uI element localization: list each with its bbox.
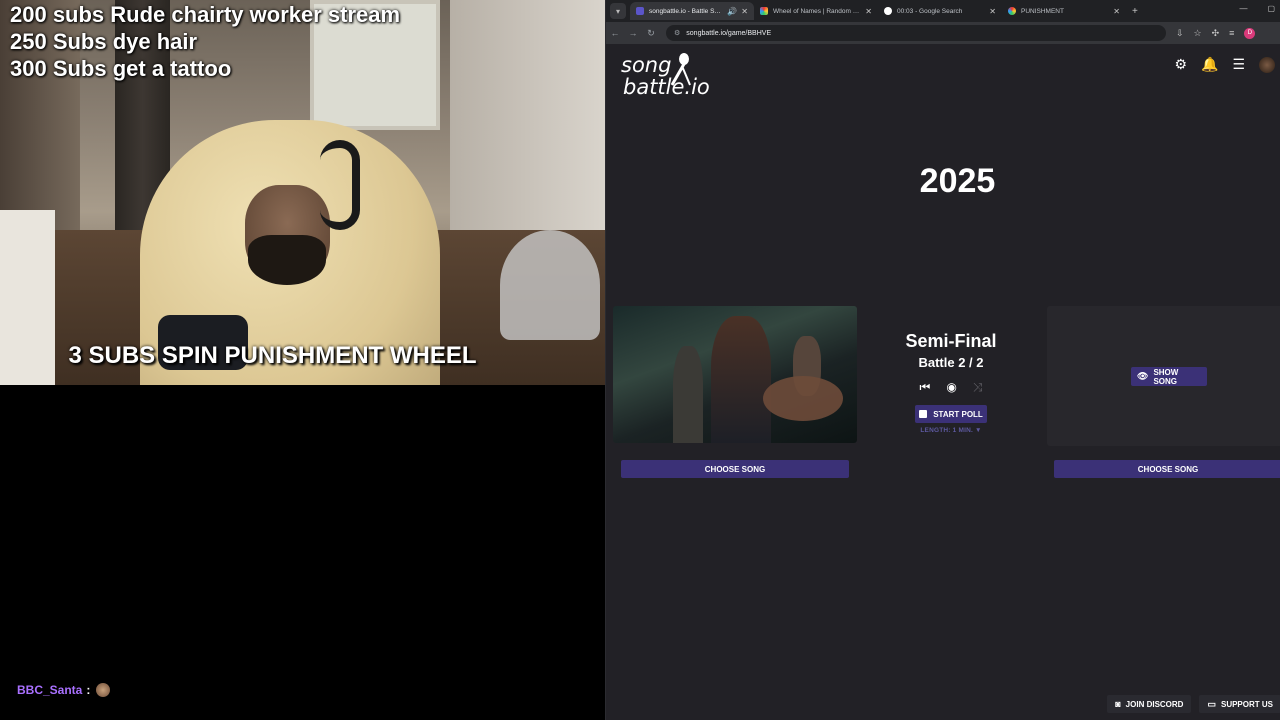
sub-goals: 200 subs Rude chairty worker stream 250 … [10,1,400,82]
window-controls: — ▢ [1239,4,1275,13]
profile-icon[interactable]: D [1244,27,1256,39]
tab-wheel-of-names[interactable]: Wheel of Names | Random name picker ✕ [754,2,878,20]
address-bar: ← → ↻ ⚙ songbattle.io/game/BBHVE ⇩ ☆ ✣ ≡… [606,22,1280,44]
video-figure [673,346,703,443]
join-discord-label: JOIN DISCORD [1125,699,1184,709]
tab-title: PUNISHMENT [1021,7,1064,15]
songbattle-logo[interactable]: song battle.io [621,54,710,98]
start-poll-button[interactable]: START POLL [915,405,987,423]
close-icon[interactable]: ✕ [1113,7,1120,16]
tab-title: 00:03 - Google Search [897,7,963,15]
tab-songbattle[interactable]: songbattle.io - Battle Songs 🔊 ✕ [630,2,754,20]
vote-target-icon[interactable]: ◉ [946,380,956,395]
battle-buttons: ⏮ ◉ ⤨ [871,380,1031,395]
user-avatar[interactable] [1259,56,1275,73]
sub-goal-2: 250 Subs dye hair [10,29,198,54]
show-song-button[interactable]: 👁 SHOW SONG [1131,367,1207,386]
start-poll-label: START POLL [933,409,983,419]
url-input[interactable]: ⚙ songbattle.io/game/BBHVE [666,25,1166,41]
reading-list-icon[interactable]: ≡ [1229,28,1234,38]
tab-bar: ▾ songbattle.io - Battle Songs 🔊 ✕ Wheel… [606,0,1280,22]
notification-bell-icon[interactable]: 🔔 [1201,56,1218,73]
show-song-label: SHOW SONG [1153,367,1179,386]
choose-song-left-button[interactable]: CHOOSE SONG [621,460,849,478]
previous-icon[interactable]: ⏮ [920,380,931,395]
webcam-feed: 200 subs Rude chairty worker stream 250 … [0,0,605,385]
logo-word-song: song [621,53,672,77]
punishment-wheel-banner: 3 SUBS SPIN PUNISHMENT WHEEL [68,342,477,369]
chat-emote-icon [96,683,111,697]
support-us-label: SUPPORT US [1220,699,1273,709]
bookmark-star-icon[interactable]: ☆ [1194,28,1202,39]
chat-separator: : [86,683,91,697]
join-discord-button[interactable]: ◙ JOIN DISCORD [1107,695,1192,713]
back-icon[interactable]: ← [606,28,624,38]
close-icon[interactable]: ✕ [989,7,996,16]
toolbar-icons: ⇩ ☆ ✣ ≡ D [1176,27,1256,39]
songbattle-favicon-icon [636,7,644,15]
logo-word-battle: battle.io [623,75,710,99]
video-figure [711,316,771,443]
headphones [320,140,360,230]
streamer-beard [248,235,326,285]
chat-area [0,385,605,720]
maximize-icon[interactable]: ▢ [1267,4,1275,13]
settings-gear-icon[interactable]: ⚙ [1174,56,1187,73]
wheel-favicon-icon [1008,7,1016,15]
poll-length-select[interactable]: LENGTH: 1 MIN. ▼ [871,427,1031,434]
tab-title: Wheel of Names | Random name picker [773,7,861,15]
minimize-icon[interactable]: — [1239,4,1247,13]
footer-buttons: ◙ JOIN DISCORD ▭ SUPPORT US [1107,695,1280,713]
songbattle-page: song battle.io ⚙ 🔔 ☰ 2025 Semi-Final Bat… [606,44,1280,720]
tab-google-search[interactable]: 00:03 - Google Search ✕ [878,2,1002,20]
sub-goal-1: 200 subs Rude chairty worker stream [10,2,401,27]
choose-song-right-button[interactable]: CHOOSE SONG [1054,460,1280,478]
site-header-icons: ⚙ 🔔 ☰ [1174,56,1275,73]
round-title: Semi-Final [905,331,997,351]
battle-controls: Semi-Final Battle 2 / 2 ⏮ ◉ ⤨ START POLL… [871,331,1031,434]
new-tab-icon[interactable]: + [1132,6,1138,17]
tab-search-icon[interactable]: ▾ [610,3,626,19]
discord-icon: ◙ [1115,699,1121,709]
chat-message: BBC_Santa : [17,683,111,697]
battle-year: 2025 [919,162,996,200]
support-icon: ▭ [1207,698,1216,709]
sub-goal-3: 300 Subs get a tattoo [10,56,232,81]
video-hand [763,376,843,421]
speaker-icon[interactable]: 🔊 [727,7,737,16]
url-text: songbattle.io/game/BBHVE [686,29,772,37]
forward-icon[interactable]: → [624,28,642,38]
chat-username[interactable]: BBC_Santa [17,683,82,697]
close-icon[interactable]: ✕ [865,7,872,16]
close-icon[interactable]: ✕ [741,7,748,16]
left-song-video[interactable] [613,306,857,443]
reload-icon[interactable]: ↻ [642,28,660,39]
room-wall-right [450,0,605,250]
tab-title: songbattle.io - Battle Songs [649,7,724,15]
extensions-icon[interactable]: ✣ [1212,28,1220,39]
hamburger-menu-icon[interactable]: ☰ [1232,56,1245,73]
support-us-button[interactable]: ▭ SUPPORT US [1199,695,1280,713]
browser-window: ▾ songbattle.io - Battle Songs 🔊 ✕ Wheel… [605,0,1280,720]
tab-punishment[interactable]: PUNISHMENT ✕ [1002,2,1126,20]
site-info-icon[interactable]: ⚙ [674,29,680,37]
google-favicon-icon [884,7,892,15]
battle-count: Battle 2 / 2 [918,355,984,370]
poll-icon [919,410,928,418]
eye-icon: 👁 [1137,371,1149,381]
install-icon[interactable]: ⇩ [1176,28,1184,39]
shuffle-icon[interactable]: ⤨ [973,380,983,395]
wheel-favicon-icon [760,7,768,15]
baby-bouncer [500,230,600,340]
microphone-logo-icon [670,53,691,86]
